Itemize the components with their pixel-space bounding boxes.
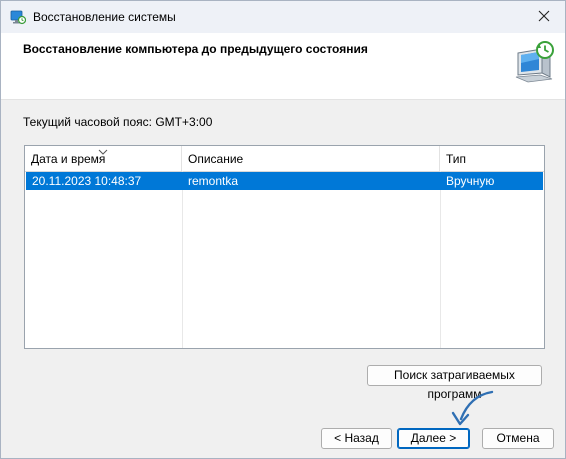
page-title: Восстановление компьютера до предыдущего… xyxy=(23,42,368,56)
system-restore-icon xyxy=(10,9,27,25)
column-header-type[interactable]: Тип xyxy=(440,146,544,171)
cell-datetime: 20.11.2023 10:48:37 xyxy=(32,174,142,188)
title-bar: Восстановление системы xyxy=(1,1,565,33)
monitor-restore-icon xyxy=(512,39,558,85)
scan-affected-programs-button[interactable]: Поиск затрагиваемых программ xyxy=(367,365,542,401)
column-divider xyxy=(182,171,183,348)
window-title: Восстановление системы xyxy=(33,10,176,24)
system-restore-window: Восстановление системы Восстановление ко… xyxy=(0,0,566,459)
sort-down-icon xyxy=(98,146,108,155)
wizard-header: Восстановление компьютера до предыдущего… xyxy=(1,33,565,100)
next-button[interactable]: Далее > xyxy=(397,428,470,449)
timezone-label: Текущий часовой пояс: GMT+3:00 xyxy=(23,115,213,129)
column-header-description[interactable]: Описание xyxy=(182,146,440,171)
column-divider xyxy=(440,171,441,348)
close-icon xyxy=(538,10,550,25)
close-button[interactable] xyxy=(523,1,565,33)
cell-description: remontka xyxy=(188,174,239,188)
table-header: Дата и время Описание Тип xyxy=(25,146,544,172)
cancel-button[interactable]: Отмена xyxy=(482,428,554,449)
annotation-arrow-icon xyxy=(446,389,496,429)
restore-points-table: Дата и время Описание Тип 20.11.2023 10:… xyxy=(24,145,545,349)
table-row[interactable]: 20.11.2023 10:48:37 remontka Вручную xyxy=(26,172,543,190)
cell-type: Вручную xyxy=(446,174,495,188)
back-button[interactable]: < Назад xyxy=(321,428,392,449)
